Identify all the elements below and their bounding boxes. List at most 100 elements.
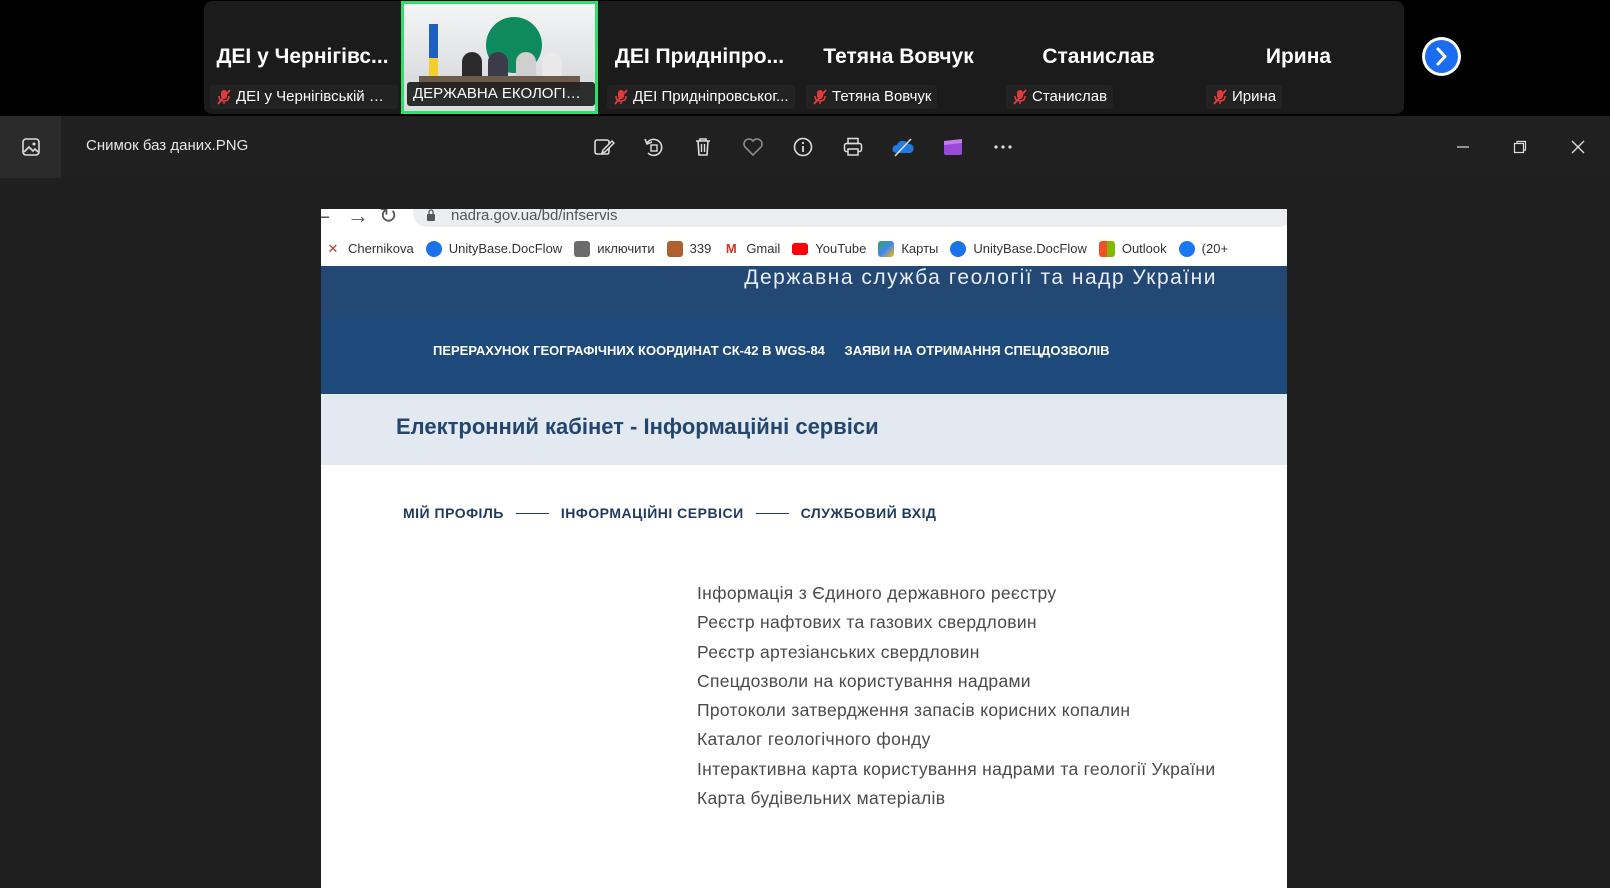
- bookmark[interactable]: иключити: [574, 240, 655, 257]
- clipchamp-button[interactable]: [938, 132, 968, 162]
- bookmark[interactable]: YouTube: [792, 241, 866, 256]
- participant-name: Ирина: [1265, 45, 1332, 68]
- participant-label: ДЕІ у Чернігівській об...: [210, 85, 398, 109]
- delete-icon: [696, 138, 710, 156]
- microsoft-icon: [1098, 240, 1115, 257]
- breadcrumb-separator: [515, 512, 549, 514]
- edit-image-button[interactable]: [589, 132, 619, 162]
- service-link[interactable]: Реєстр нафтових та газових свердловин: [697, 608, 1215, 637]
- image-viewer: – → ↻ nadra.gov.ua/bd/infservis ✕ Chernik…: [0, 178, 1610, 888]
- maps-icon: [878, 240, 895, 257]
- breadcrumb-info-services[interactable]: ІНФОРМАЦІЙНІ СЕРВІСИ: [561, 505, 744, 521]
- edit-image-icon: [594, 139, 615, 155]
- service-link[interactable]: Спецдозволи на користування надрами: [697, 667, 1215, 696]
- photos-app-button[interactable]: [0, 116, 61, 178]
- service-link[interactable]: Інтерактивна карта користування надрами …: [697, 755, 1215, 784]
- lock-icon: [427, 209, 435, 221]
- service-link[interactable]: Протоколи затвердження запасів корисних …: [697, 696, 1215, 725]
- participant-tile[interactable]: ДЕІ у Чернігівс... ДЕІ у Чернігівській о…: [204, 1, 401, 114]
- cabinet-banner: Електронний кабінет - Інформаційні серві…: [321, 394, 1287, 465]
- info-icon: [793, 137, 813, 157]
- delete-button[interactable]: [688, 132, 718, 162]
- unitybase-icon: [950, 240, 967, 257]
- breadcrumb-my-profile[interactable]: МІЙ ПРОФІЛЬ: [403, 505, 504, 521]
- photos-titlebar: Снимок баз даних.PNG: [0, 116, 1610, 178]
- screen: ДЕІ у Чернігівс... ДЕІ у Чернігівській о…: [0, 0, 1610, 888]
- site-header-top: Державна служба геології та надр України: [321, 266, 1287, 318]
- participant-tile[interactable]: Тетяна Вовчук Тетяна Вовчук: [800, 1, 997, 114]
- bookmark-label: 339: [689, 241, 712, 256]
- bookmark-label: Gmail: [746, 241, 781, 256]
- participant-label-text: Станислав: [1032, 88, 1108, 105]
- bookmark[interactable]: ✕ Chernikova: [325, 241, 414, 257]
- service-link[interactable]: Реєстр артезіанських свердловин: [697, 638, 1215, 667]
- favorite-button[interactable]: [738, 132, 768, 162]
- participant-name: ДЕІ у Чернігівс...: [216, 45, 389, 68]
- reload-icon[interactable]: ↻: [379, 209, 397, 229]
- service-link[interactable]: Каталог геологічного фонду: [697, 725, 1215, 754]
- bookmark-label: Chernikova: [348, 241, 414, 256]
- participant-tile[interactable]: Станислав Станислав: [1000, 1, 1197, 114]
- bookmark-label: Outlook: [1121, 241, 1167, 256]
- services-list: Інформація з Єдиного державного реєстру …: [697, 579, 1215, 813]
- bookmark[interactable]: M Gmail: [723, 241, 780, 257]
- bookmark-label: иключити: [597, 241, 655, 256]
- next-participants-button[interactable]: [1422, 37, 1461, 76]
- rotate-button[interactable]: [638, 132, 668, 162]
- bookmark[interactable]: (20+: [1178, 240, 1229, 257]
- participant-tile-active-speaker[interactable]: ДЕРЖАВНА ЕКОЛОГІЧНА...: [401, 1, 598, 114]
- microphone-muted-icon: [1013, 89, 1027, 105]
- youtube-icon: [792, 242, 809, 255]
- participant-strip: ДЕІ у Чернігівс... ДЕІ у Чернігівській о…: [0, 0, 1610, 116]
- participant-label: Станислав: [1006, 85, 1114, 109]
- more-icon: [994, 145, 1012, 149]
- breadcrumb-service-login[interactable]: СЛУЖБОВИЙ ВХІД: [801, 505, 937, 521]
- minimize-button[interactable]: [1448, 132, 1478, 162]
- displayed-screenshot: – → ↻ nadra.gov.ua/bd/infservis ✕ Chernik…: [321, 209, 1287, 888]
- back-icon[interactable]: –: [321, 209, 329, 229]
- bookmark[interactable]: Карты: [878, 240, 938, 257]
- participant-name: Тетяна Вовчук: [823, 45, 974, 68]
- video-flag-blue: [429, 24, 438, 58]
- browser-address-row: – → ↻ nadra.gov.ua/bd/infservis: [321, 209, 1287, 231]
- facebook-icon: [1178, 240, 1195, 257]
- minimize-icon: [1457, 146, 1469, 148]
- print-button[interactable]: [838, 132, 868, 162]
- file-name: Снимок баз даних.PNG: [86, 137, 249, 154]
- participant-tile[interactable]: ДЕІ Придніпро... ДЕІ Придніпровськог...: [601, 1, 798, 114]
- bookmark[interactable]: 339: [666, 240, 712, 257]
- print-icon: [843, 137, 863, 156]
- participant-label: Ирина: [1206, 85, 1283, 109]
- url-text: nadra.gov.ua/bd/infservis: [451, 209, 618, 224]
- more-options-button[interactable]: [988, 132, 1018, 162]
- participant-label: Тетяна Вовчук: [806, 85, 938, 109]
- participant-label-text: ДЕРЖАВНА ЕКОЛОГІЧНА...: [413, 85, 595, 102]
- participant-label: ДЕРЖАВНА ЕКОЛОГІЧНА...: [407, 82, 595, 106]
- bookmark[interactable]: UnityBase.DocFlow: [425, 240, 562, 257]
- site-nav: ПЕРЕРАХУНОК ГЕОГРАФІЧНИХ КООРДИНАТ СК-42…: [433, 343, 1126, 358]
- bookmark[interactable]: UnityBase.DocFlow: [950, 240, 1087, 257]
- close-window-button[interactable]: [1563, 132, 1593, 162]
- restore-button[interactable]: [1505, 132, 1535, 162]
- onedrive-button[interactable]: [888, 132, 918, 162]
- gmail-icon: M: [725, 240, 737, 256]
- photo-icon: [22, 138, 40, 156]
- bookmark[interactable]: Outlook: [1098, 240, 1167, 257]
- nav-link-applications[interactable]: ЗАЯВИ НА ОТРИМАННЯ СПЕЦДОЗВОЛІВ: [845, 343, 1110, 358]
- restore-icon: [1513, 140, 1527, 154]
- forward-icon[interactable]: →: [347, 209, 369, 229]
- bookmark-label: (20+: [1201, 241, 1229, 256]
- participant-label-text: Ирина: [1232, 88, 1277, 105]
- info-button[interactable]: [788, 132, 818, 162]
- nav-link-coordinates[interactable]: ПЕРЕРАХУНОК ГЕОГРАФІЧНИХ КООРДИНАТ СК-42…: [433, 343, 825, 358]
- next-button-circle: [1425, 40, 1458, 73]
- unitybase-icon: [425, 240, 442, 257]
- rotate-icon: [644, 138, 663, 157]
- x-mark-icon: ✕: [327, 240, 339, 256]
- participant-label-text: ДЕІ Придніпровськог...: [633, 88, 789, 105]
- service-link[interactable]: Карта будівельних матеріалів: [697, 784, 1215, 813]
- service-link[interactable]: Інформація з Єдиного державного реєстру: [697, 579, 1215, 608]
- bookmarks-bar: ✕ Chernikova UnityBase.DocFlow иключити 3…: [321, 231, 1287, 266]
- onedrive-icon: [892, 138, 914, 157]
- participant-tile[interactable]: Ирина Ирина: [1200, 1, 1397, 114]
